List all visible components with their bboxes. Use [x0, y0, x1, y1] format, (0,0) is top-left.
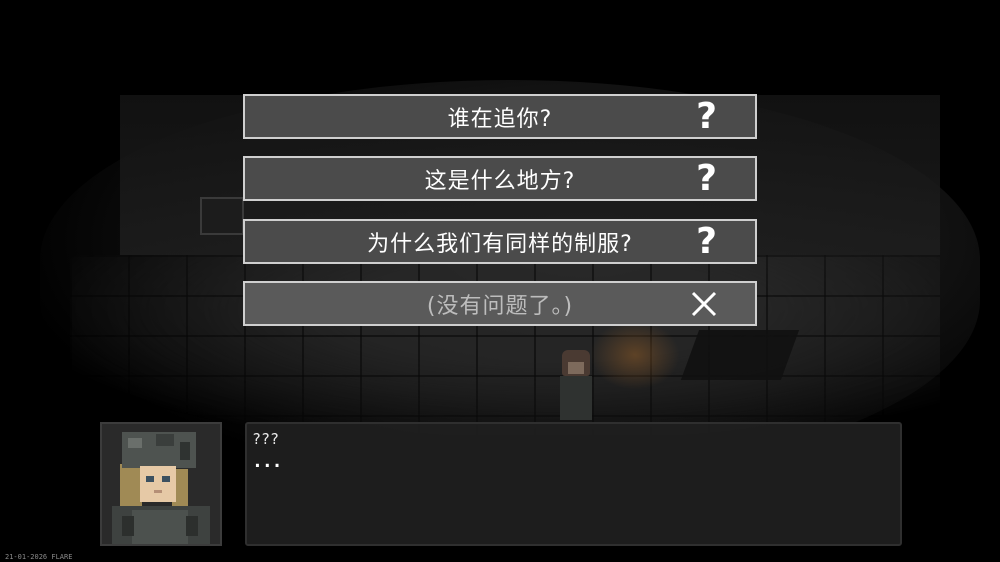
choice-label: 谁在追你? — [447, 106, 553, 132]
question-mark-icon: ? — [696, 95, 717, 137]
choice-label: 为什么我们有同样的制服? — [367, 231, 633, 257]
lamp-glow — [590, 320, 680, 390]
date-watermark: 21-01-2026 FLARE — [5, 553, 73, 561]
choice-label: (没有问题了。) — [426, 293, 574, 319]
question-mark-icon: ? — [696, 220, 717, 262]
speaker-portrait — [100, 422, 222, 546]
player-character-sprite — [556, 350, 596, 420]
floor-hatch — [680, 330, 800, 380]
choice-no-more-questions[interactable]: (没有问题了。) — [243, 281, 757, 326]
dialogue-text: ... — [252, 451, 282, 472]
question-mark-icon: ? — [696, 157, 717, 199]
character-face — [568, 362, 584, 374]
game-screen: 谁在追你? ? 这是什么地方? ? 为什么我们有同样的制服? ? (没有问题了。… — [0, 0, 1000, 562]
choice-same-uniform[interactable]: 为什么我们有同样的制服? ? — [243, 219, 757, 264]
close-icon — [691, 291, 717, 316]
choice-label: 这是什么地方? — [424, 168, 576, 194]
dialogue-box[interactable]: ??? ... — [245, 422, 902, 546]
choice-who-chasing[interactable]: 谁在追你? ? — [243, 94, 757, 139]
soldier-portrait-image — [102, 424, 220, 544]
choice-what-place[interactable]: 这是什么地方? ? — [243, 156, 757, 201]
speaker-name: ??? — [252, 430, 280, 448]
character-body — [560, 376, 592, 420]
wall-sign — [200, 197, 244, 235]
